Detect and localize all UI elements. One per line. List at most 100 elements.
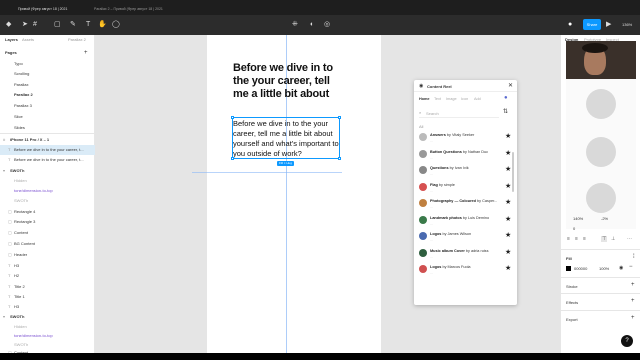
fill-opacity[interactable]: 100%: [599, 266, 609, 271]
page-item[interactable]: Parallax 3: [14, 101, 32, 111]
line-height-value[interactable]: 140%: [573, 216, 583, 221]
layer-item[interactable]: Content: [14, 228, 28, 238]
layer-text-selected[interactable]: Before we dive in to the your career, t.…: [14, 145, 84, 155]
letter-spacing-value[interactable]: -2%: [601, 216, 608, 221]
tab-file-1[interactable]: Привой (Фрер август 18 | 2021: [14, 3, 71, 15]
present-icon[interactable]: ▶: [606, 21, 611, 29]
align-left-icon[interactable]: ≡: [567, 236, 570, 242]
move-tool-icon[interactable]: ➤: [22, 21, 28, 29]
page-item[interactable]: Parallax: [14, 80, 28, 90]
pen-tool-icon[interactable]: ✎: [70, 21, 76, 29]
resize-handle[interactable]: [231, 116, 234, 119]
star-icon[interactable]: ★: [505, 264, 511, 272]
list-item[interactable]: Logos by James Wilson ··· ★: [417, 229, 514, 245]
resize-handle[interactable]: [338, 157, 341, 160]
layer-text[interactable]: Before we dive in to the your career, t.…: [14, 155, 84, 165]
tab-assets[interactable]: Assets: [22, 35, 34, 45]
tab-file-2[interactable]: Parallax 2 – Привой (Фрер август 18 | 20…: [90, 3, 167, 15]
resize-handle[interactable]: [338, 116, 341, 119]
fill-swatch[interactable]: [566, 266, 571, 271]
align-right-icon[interactable]: ≡: [583, 236, 586, 242]
more-options-icon[interactable]: ⋯: [627, 236, 632, 242]
comment-tool-icon[interactable]: ◯: [112, 21, 120, 29]
layer-item[interactable]: SWOTh: [14, 196, 28, 206]
help-button[interactable]: ?: [621, 335, 633, 347]
list-item[interactable]: Flag by simple ··· ★: [417, 180, 514, 196]
tab-text[interactable]: Text: [434, 97, 441, 101]
align-top-icon[interactable]: ⊤: [601, 236, 608, 242]
filter-icon[interactable]: ⇅: [503, 108, 508, 115]
avatar[interactable]: ●: [568, 21, 572, 29]
page-item[interactable]: Typo: [14, 59, 23, 69]
scrollbar[interactable]: [512, 152, 514, 192]
page-item-active[interactable]: Parallax 2: [14, 90, 33, 100]
tab-add[interactable]: Add: [474, 97, 481, 101]
page-item[interactable]: Slides: [14, 123, 25, 133]
star-icon[interactable]: ★: [505, 182, 511, 190]
add-page-icon[interactable]: +: [84, 48, 88, 58]
star-icon[interactable]: ★: [505, 149, 511, 157]
close-icon[interactable]: ✕: [508, 82, 513, 89]
star-icon[interactable]: ★: [505, 132, 511, 140]
layer-item[interactable]: Title 1: [14, 292, 25, 302]
layer-item[interactable]: H3: [14, 261, 19, 271]
search-input[interactable]: ⌕ Search: [419, 108, 499, 118]
list-item[interactable]: Questions by Ivan Ivik ··· ★: [417, 163, 514, 179]
layer-item[interactable]: Rectangle 4: [14, 207, 35, 217]
selection-box[interactable]: [231, 116, 341, 160]
tab-image[interactable]: Image: [446, 97, 457, 101]
shape-tool-icon[interactable]: ▢: [54, 21, 61, 29]
layer-item[interactable]: tone/dimension-to-top: [14, 186, 53, 196]
star-icon[interactable]: ★: [505, 215, 511, 223]
align-center-icon[interactable]: ≡: [575, 236, 578, 242]
align-middle-icon[interactable]: ⊥: [611, 236, 615, 242]
tab-home[interactable]: Home: [419, 97, 430, 101]
layer-frame[interactable]: iPhone 11 Pro / X – 1: [10, 135, 49, 145]
remove-fill-icon[interactable]: −: [629, 264, 633, 270]
list-item[interactable]: Answers by Vitaly Seeker ··· ★: [417, 130, 514, 146]
layer-item[interactable]: Header: [14, 250, 27, 260]
component-icon[interactable]: ⁜: [292, 21, 298, 29]
layer-item[interactable]: Rectangle 3: [14, 217, 35, 227]
star-icon[interactable]: ★: [505, 165, 511, 173]
figma-menu-icon[interactable]: ◆: [6, 21, 11, 29]
list-item[interactable]: Logos by Marcos Fuola ··· ★: [417, 262, 514, 278]
mask-icon[interactable]: ◐: [310, 21, 314, 29]
layer-item[interactable]: H2: [14, 271, 19, 281]
tab-icon[interactable]: Icon: [461, 97, 468, 101]
list-item[interactable]: Photography — Coloured by Casper... ··· ★: [417, 196, 514, 212]
star-icon[interactable]: ★: [505, 198, 511, 206]
star-icon[interactable]: ★: [505, 248, 511, 256]
resize-handle[interactable]: [231, 157, 234, 160]
layer-group[interactable]: SWOTh: [10, 166, 24, 176]
layer-item[interactable]: H3: [14, 302, 19, 312]
page-selector[interactable]: Parallax 2: [68, 35, 86, 45]
share-button[interactable]: Share: [583, 19, 601, 30]
add-effect-icon[interactable]: +: [631, 298, 635, 304]
headline-text[interactable]: Before we dive in to the your career, te…: [233, 62, 343, 101]
text-tool-icon[interactable]: T: [86, 21, 90, 29]
fill-style-icon[interactable]: ⁞: [633, 254, 635, 260]
canvas[interactable]: Before we dive in to the your career, te…: [96, 35, 559, 353]
fill-hex[interactable]: 000000: [574, 266, 587, 271]
user-icon[interactable]: ●: [504, 95, 508, 101]
zoom-level[interactable]: 136%: [622, 21, 632, 29]
layer-item[interactable]: Title 2: [14, 282, 25, 292]
page-item[interactable]: Slice: [14, 112, 23, 122]
add-stroke-icon[interactable]: +: [631, 282, 635, 288]
list-item[interactable]: Music album Cover by adria ruiss ··· ★: [417, 246, 514, 262]
eye-icon[interactable]: ◉: [619, 265, 623, 271]
tab-layers[interactable]: Layers: [5, 35, 18, 45]
add-export-icon[interactable]: +: [631, 315, 635, 321]
page-item[interactable]: Scrolling: [14, 69, 29, 79]
frame-tool-icon[interactable]: #: [33, 21, 37, 29]
paragraph-spacing-value[interactable]: 0: [573, 226, 575, 231]
layer-item[interactable]: Hidden: [14, 176, 27, 186]
list-item[interactable]: Button Questions by Nathan Duc ··· ★: [417, 147, 514, 163]
layer-item[interactable]: BG Content: [14, 239, 35, 249]
hand-tool-icon[interactable]: ✋: [98, 21, 107, 29]
boolean-icon[interactable]: ◎: [324, 21, 330, 29]
layer-group[interactable]: SWOTh: [10, 312, 24, 322]
list-item[interactable]: Landmark photos by Luis Demino ··· ★: [417, 213, 514, 229]
star-icon[interactable]: ★: [505, 231, 511, 239]
